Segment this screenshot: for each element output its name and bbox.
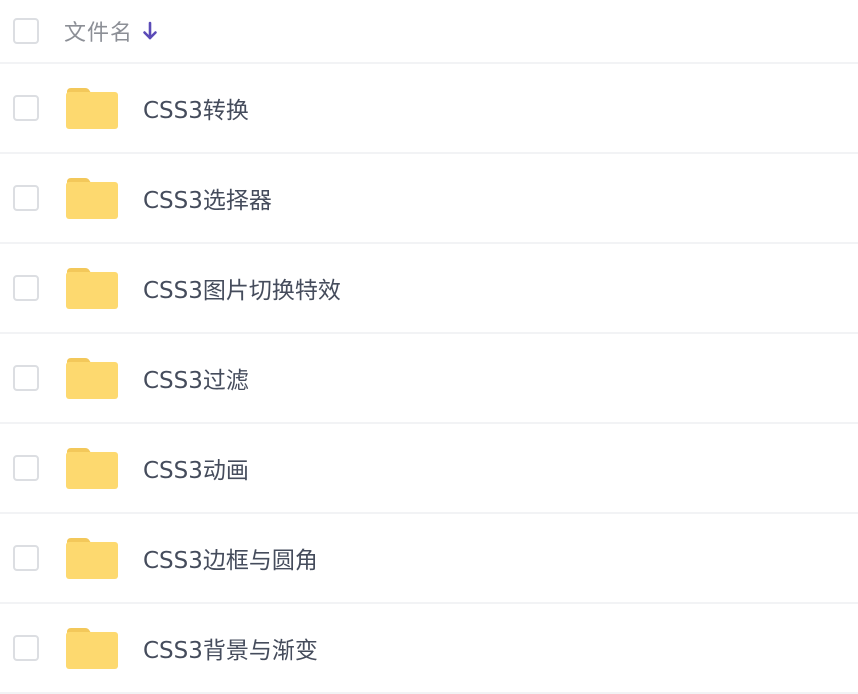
file-row[interactable]: CSS3过滤 — [0, 334, 858, 424]
file-name[interactable]: CSS3转换 — [143, 91, 249, 125]
row-checkbox[interactable] — [13, 635, 39, 661]
file-row[interactable]: CSS3转换 — [0, 64, 858, 154]
file-name[interactable]: CSS3选择器 — [143, 181, 272, 215]
file-name[interactable]: CSS3图片切换特效 — [143, 271, 341, 305]
folder-icon — [65, 86, 119, 130]
folder-icon — [65, 446, 119, 490]
file-name[interactable]: CSS3过滤 — [143, 361, 249, 395]
arrow-down-icon[interactable] — [141, 20, 159, 42]
file-row[interactable]: CSS3选择器 — [0, 154, 858, 244]
list-header: 文件名 — [0, 0, 858, 64]
file-row[interactable]: CSS3边框与圆角 — [0, 514, 858, 604]
select-all-checkbox[interactable] — [13, 18, 39, 44]
row-checkbox[interactable] — [13, 275, 39, 301]
file-row[interactable]: CSS3动画 — [0, 424, 858, 514]
folder-icon — [65, 266, 119, 310]
folder-icon — [65, 356, 119, 400]
file-row[interactable]: CSS3图片切换特效 — [0, 244, 858, 334]
filename-column-header[interactable]: 文件名 — [64, 15, 133, 47]
folder-icon — [65, 176, 119, 220]
row-checkbox[interactable] — [13, 95, 39, 121]
row-checkbox[interactable] — [13, 365, 39, 391]
row-checkbox[interactable] — [13, 185, 39, 211]
folder-icon — [65, 536, 119, 580]
folder-icon — [65, 626, 119, 670]
row-checkbox[interactable] — [13, 455, 39, 481]
file-row[interactable]: CSS3背景与渐变 — [0, 604, 858, 694]
row-checkbox[interactable] — [13, 545, 39, 571]
file-name[interactable]: CSS3背景与渐变 — [143, 631, 318, 665]
file-name[interactable]: CSS3动画 — [143, 451, 249, 485]
file-name[interactable]: CSS3边框与圆角 — [143, 541, 318, 575]
file-list: 文件名 CSS3转换 CSS3选择器 CSS3图片切换特效 CSS3过滤 CSS… — [0, 0, 858, 694]
